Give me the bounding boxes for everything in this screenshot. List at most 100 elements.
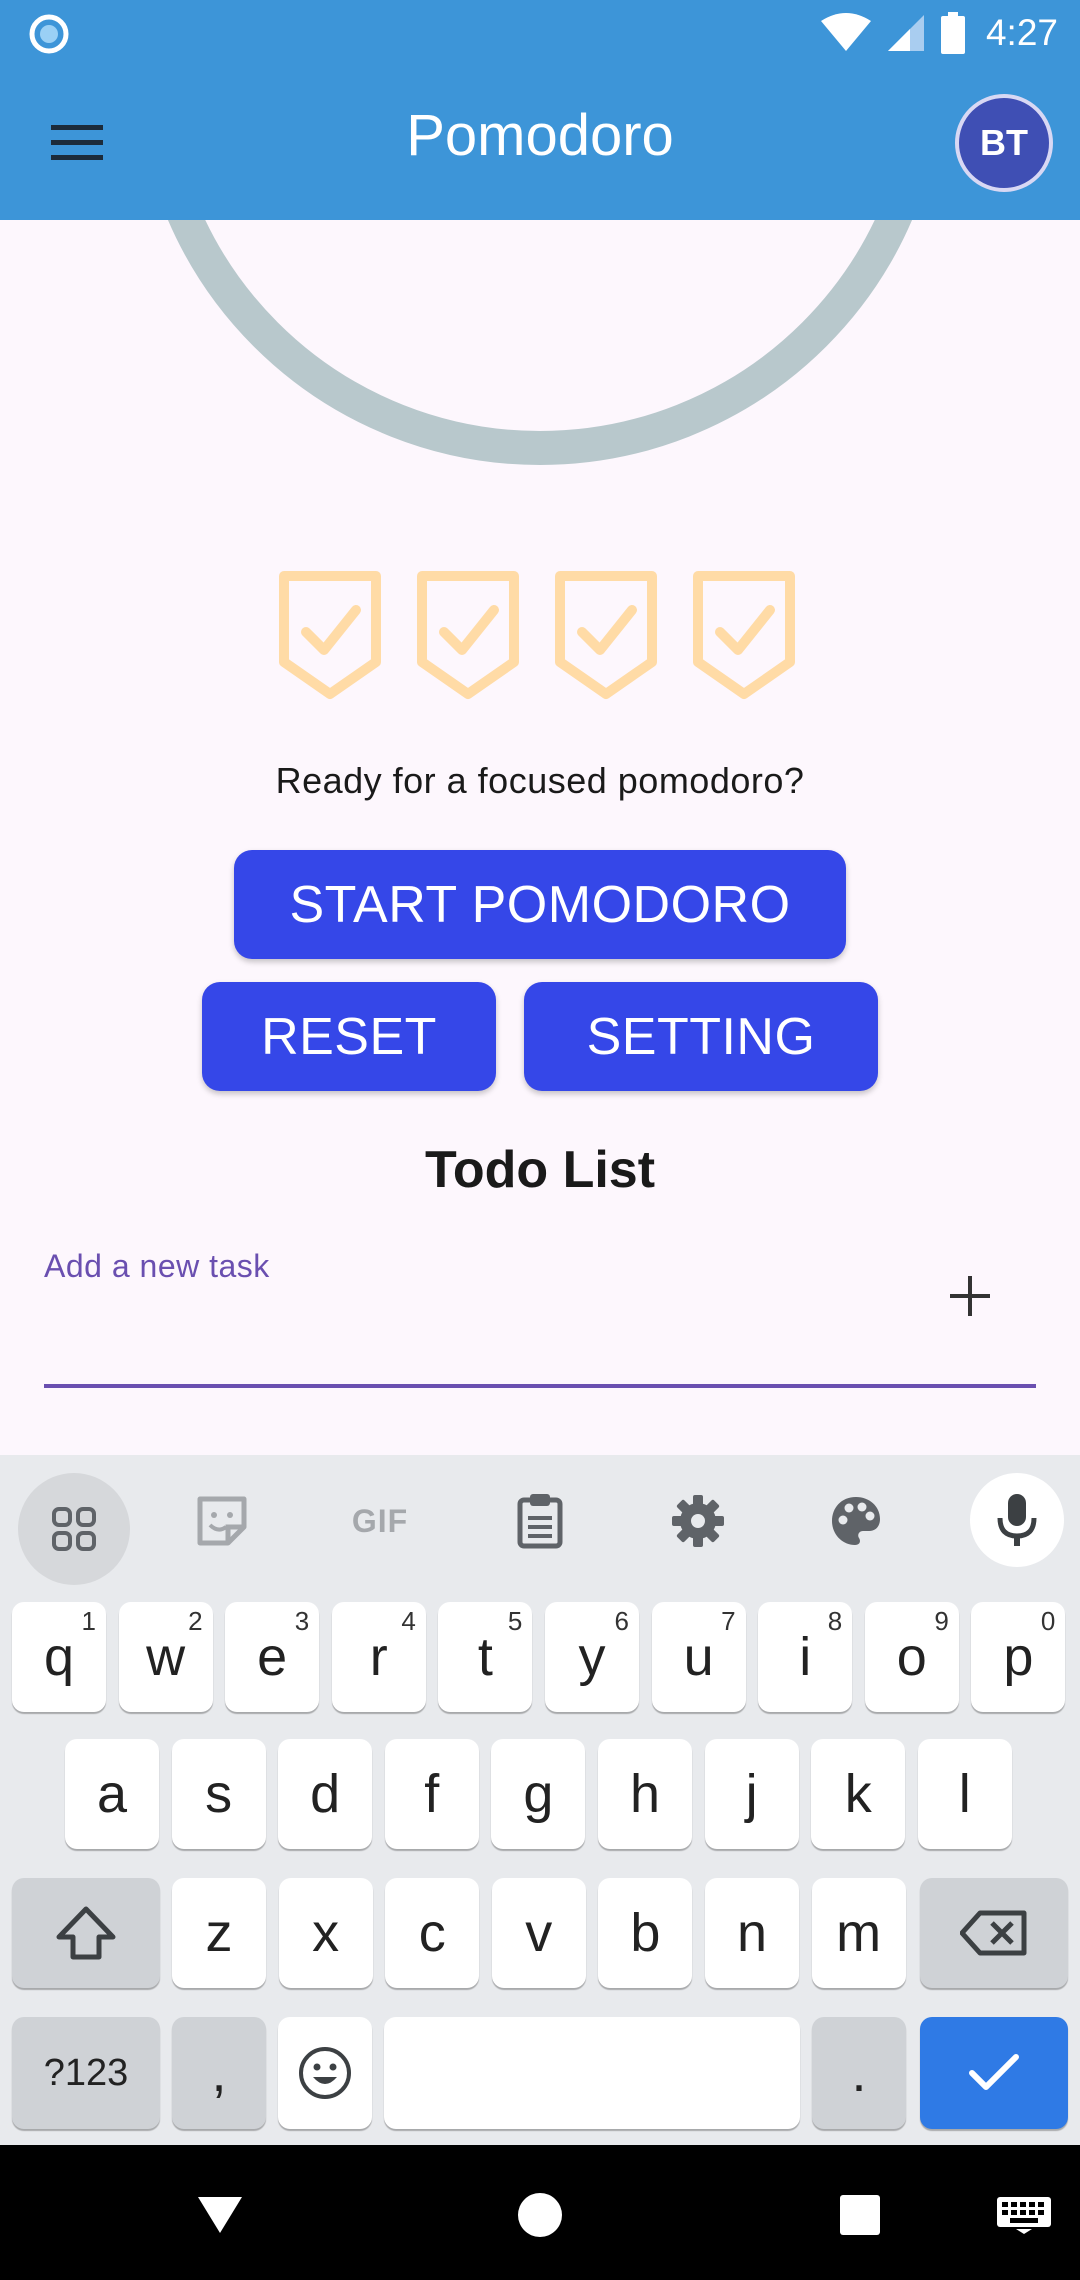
task-input-label: Add a new task — [44, 1248, 270, 1284]
add-task-button[interactable] — [936, 1262, 1004, 1330]
key-number-hint: 4 — [401, 1606, 416, 1636]
key-m[interactable]: m — [811, 1878, 906, 1988]
key-number-hint: 1 — [81, 1606, 96, 1636]
key-label: h — [629, 1764, 661, 1824]
key-label: d — [310, 1764, 341, 1824]
key-q[interactable]: q1 — [12, 1602, 106, 1712]
key-label: y — [578, 1627, 606, 1687]
key-label: . — [851, 2043, 867, 2103]
key-label: t — [477, 1627, 493, 1687]
key-n[interactable]: n — [705, 1878, 799, 1988]
status-time: 4:27 — [985, 12, 1058, 53]
backspace-icon — [960, 1910, 1027, 1956]
backspace-key[interactable] — [920, 1878, 1068, 1988]
app-title: Pomodoro — [406, 103, 674, 168]
key-l[interactable]: l — [917, 1739, 1012, 1849]
back-icon[interactable] — [180, 2175, 260, 2255]
key-c[interactable]: c — [385, 1878, 480, 1988]
key-s[interactable]: s — [171, 1739, 266, 1849]
space-key[interactable] — [384, 2017, 800, 2129]
key-k[interactable]: k — [811, 1739, 906, 1849]
enter-key[interactable] — [920, 2017, 1068, 2129]
key-r[interactable]: r4 — [331, 1602, 426, 1712]
key-label: c — [418, 1903, 446, 1963]
key-label: k — [844, 1764, 872, 1824]
key-label: v — [525, 1903, 553, 1963]
status-bar: 4:27 — [0, 0, 1080, 66]
task-input[interactable] — [44, 1290, 924, 1370]
wifi-icon — [820, 13, 871, 51]
key-j[interactable]: j — [704, 1739, 799, 1849]
period-key[interactable]: . — [812, 2017, 906, 2129]
session-indicators — [278, 570, 800, 705]
key-number-hint: 7 — [721, 1606, 736, 1636]
soft-keyboard: GIF q 1 w 2 e 3 r 4 t 5 y 6 u 7 i 8 o 9 … — [0, 1455, 1080, 2145]
key-w[interactable]: w2 — [118, 1602, 213, 1712]
palette-icon[interactable] — [816, 1481, 896, 1561]
microphone-icon[interactable] — [970, 1473, 1064, 1567]
comma-key[interactable]: , — [172, 2017, 266, 2129]
task-input-underline — [44, 1384, 1036, 1388]
key-label: r — [369, 1627, 388, 1687]
key-label: p — [1003, 1627, 1034, 1687]
home-icon[interactable] — [500, 2175, 580, 2255]
key-number-hint: 5 — [507, 1606, 523, 1636]
keyboard-switch-icon[interactable] — [984, 2175, 1064, 2255]
key-a[interactable]: a — [65, 1739, 159, 1849]
key-number-hint: 3 — [294, 1606, 310, 1636]
keyboard-toolbar: GIF — [0, 1455, 1080, 1585]
key-g[interactable]: g — [491, 1739, 586, 1849]
emoji-key[interactable] — [278, 2017, 372, 2129]
key-label: j — [745, 1764, 758, 1824]
symbols-key[interactable]: ?123 — [12, 2017, 160, 2129]
setting-button[interactable]: SETTING — [524, 982, 878, 1091]
key-i[interactable]: i8 — [758, 1602, 853, 1712]
key-label: i — [799, 1627, 812, 1687]
key-label: , — [211, 2043, 227, 2103]
gif-label: GIF — [351, 1502, 409, 1539]
timer-ring — [168, 220, 912, 465]
key-label: s — [205, 1764, 233, 1824]
plus-icon — [950, 1276, 990, 1316]
key-label: o — [896, 1627, 927, 1687]
status-icons: 4:27 — [820, 8, 1058, 58]
key-number-hint: 0 — [1040, 1606, 1056, 1636]
key-f[interactable]: f — [384, 1739, 479, 1849]
key-d[interactable]: d — [278, 1739, 373, 1849]
start-pomodoro-button[interactable]: START POMODORO — [234, 850, 846, 959]
gear-icon[interactable] — [658, 1481, 738, 1561]
key-o[interactable]: o9 — [864, 1602, 959, 1712]
key-label: u — [683, 1627, 714, 1687]
key-label: b — [630, 1903, 661, 1963]
shift-key[interactable] — [12, 1878, 160, 1988]
key-y[interactable]: y6 — [545, 1602, 639, 1712]
clipboard-icon[interactable] — [500, 1481, 580, 1561]
signal-icon — [887, 15, 924, 51]
key-number-hint: 6 — [614, 1606, 629, 1636]
reset-button[interactable]: RESET — [202, 982, 496, 1091]
key-x[interactable]: x — [278, 1878, 373, 1988]
sticker-icon[interactable] — [182, 1481, 262, 1561]
key-v[interactable]: v — [491, 1878, 586, 1988]
battery-icon — [940, 12, 965, 54]
key-label: g — [523, 1764, 554, 1824]
key-b[interactable]: b — [598, 1878, 693, 1988]
key-label: ?123 — [43, 2051, 129, 2094]
gif-icon[interactable]: GIF — [340, 1481, 420, 1561]
key-u[interactable]: u7 — [651, 1602, 746, 1712]
recents-icon[interactable] — [820, 2175, 900, 2255]
shield-check-icon — [693, 571, 795, 699]
navigation-bar — [0, 2145, 1080, 2280]
key-number-hint: 8 — [827, 1606, 843, 1636]
key-e[interactable]: e3 — [225, 1602, 320, 1712]
todo-list-title: Todo List — [424, 1141, 656, 1199]
avatar[interactable]: BT — [955, 94, 1053, 192]
apps-grid-icon[interactable] — [18, 1473, 130, 1585]
key-label: x — [312, 1903, 340, 1963]
key-z[interactable]: z — [172, 1878, 266, 1988]
key-p[interactable]: p0 — [971, 1602, 1066, 1712]
key-h[interactable]: h — [598, 1739, 692, 1849]
key-label: e — [257, 1627, 288, 1687]
key-t[interactable]: t5 — [438, 1602, 533, 1712]
key-label: n — [736, 1903, 768, 1963]
